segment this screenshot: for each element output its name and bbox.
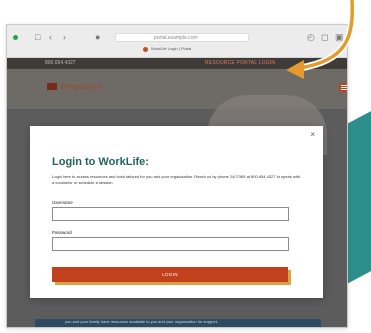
browser-toolbar: □ ‹ › ● portal.example.com ◴ ◻ ▣ WorkLif… [7, 25, 347, 58]
forward-arrow-icon[interactable]: › [63, 32, 66, 42]
site-logo[interactable]: Perspectives [61, 81, 101, 92]
username-label: Username [52, 200, 73, 205]
password-label: Password [52, 230, 72, 235]
close-icon[interactable]: × [310, 131, 315, 139]
share-icon[interactable]: ◴ [307, 32, 315, 42]
logo-icon[interactable] [47, 83, 57, 90]
password-input[interactable] [52, 237, 289, 251]
window-dot-icon [13, 35, 18, 40]
favicon-icon [143, 47, 148, 52]
login-modal: × Login to WorkLife: Login here to acces… [30, 126, 323, 298]
site-top-bar: 800.654.4327 RESOURCE PORTAL LOGIN [7, 58, 347, 69]
screenshot-stage: □ ‹ › ● portal.example.com ◴ ◻ ▣ WorkLif… [0, 0, 371, 333]
modal-title: Login to WorkLife: [52, 156, 149, 168]
username-input[interactable] [52, 207, 289, 221]
resource-portal-login-link[interactable]: RESOURCE PORTAL LOGIN [205, 58, 275, 69]
back-arrow-icon[interactable]: ‹ [49, 32, 52, 42]
new-tab-icon[interactable]: ◻ [321, 32, 328, 42]
active-tab[interactable]: WorkLife Login | Portal [137, 45, 237, 53]
bottom-banner-text: you and your family have resources avail… [65, 319, 218, 324]
shield-icon[interactable]: ● [95, 32, 100, 42]
login-button[interactable]: LOGIN [52, 267, 288, 282]
tab-title: WorkLife Login | Portal [151, 46, 192, 51]
url-text: portal.example.com [154, 35, 198, 41]
tabs-overview-icon[interactable]: ▣ [335, 32, 344, 42]
sidebar-toggle-icon[interactable]: □ [35, 32, 40, 42]
address-bar[interactable]: portal.example.com [115, 33, 249, 42]
site-phone[interactable]: 800.654.4327 [45, 58, 76, 69]
modal-description: Login here to access resources and tools… [52, 174, 300, 185]
menu-icon[interactable] [339, 83, 347, 92]
page-bottom-banner: you and your family have resources avail… [35, 319, 321, 327]
